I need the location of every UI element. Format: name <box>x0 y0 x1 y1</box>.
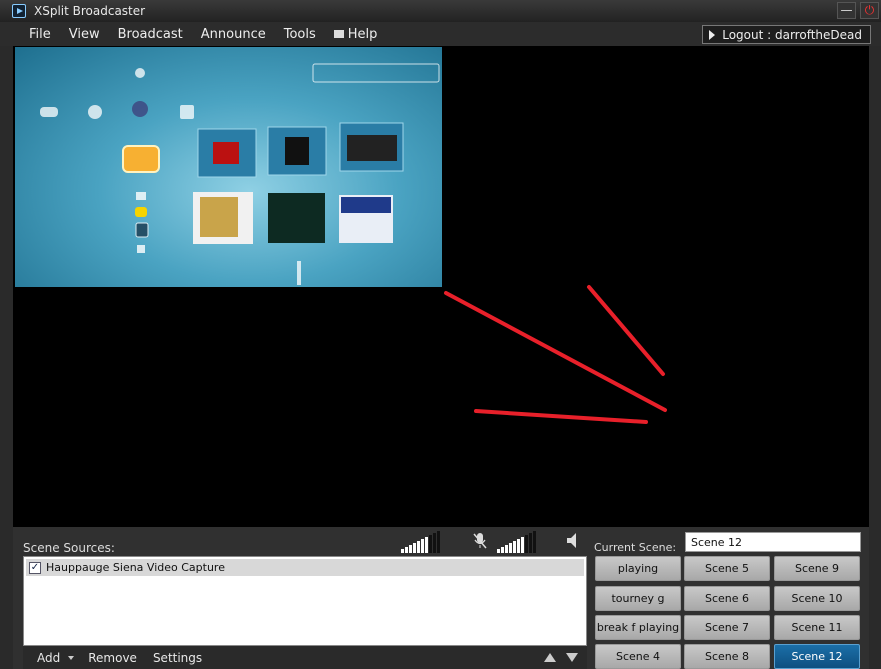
sources-toolbar: Add Remove Settings <box>23 646 587 669</box>
menu-bar: File View Broadcast Announce Tools Help … <box>0 22 881 46</box>
play-icon <box>709 29 716 40</box>
remove-source-button[interactable]: Remove <box>80 651 145 665</box>
menu-help-label: Help <box>347 26 378 42</box>
red-annotation-strokes <box>444 285 667 424</box>
scene-sources-list[interactable]: ✓ Hauppauge Siena Video Capture <box>23 556 587 646</box>
scene-button[interactable]: Scene 7 <box>684 615 770 640</box>
move-down-arrow-icon[interactable] <box>566 653 578 662</box>
scene-button[interactable]: Scene 8 <box>684 644 770 669</box>
source-settings-button[interactable]: Settings <box>145 651 210 665</box>
menu-tools[interactable]: Tools <box>275 27 325 42</box>
scene-button[interactable]: Scene 9 <box>774 556 860 581</box>
scene-button-active[interactable]: Scene 12 <box>774 644 860 669</box>
scene-button[interactable]: Scene 10 <box>774 586 860 611</box>
bottom-panel: Scene Sources: ✓ Hauppauge Siena Video C… <box>13 527 869 669</box>
menu-view[interactable]: View <box>60 27 109 42</box>
audio-meter-microphone <box>401 531 441 553</box>
envelope-icon <box>333 29 344 38</box>
xsplit-logo-icon <box>12 4 26 18</box>
speaker-icon[interactable] <box>565 532 581 549</box>
scene-sources-label: Scene Sources: <box>23 541 115 555</box>
title-bar: XSplit Broadcaster — ⏻ <box>0 0 881 22</box>
broadcast-preview[interactable] <box>13 46 869 527</box>
scene-button[interactable]: tourney g <box>595 586 681 611</box>
menu-file[interactable]: File <box>20 27 60 42</box>
menu-broadcast[interactable]: Broadcast <box>109 27 192 42</box>
chevron-down-icon[interactable] <box>68 655 75 660</box>
scene-button[interactable]: Scene 6 <box>684 586 770 611</box>
scene-button[interactable]: Scene 11 <box>774 615 860 640</box>
close-button[interactable]: ⏻ <box>860 2 879 19</box>
current-scene-label: Current Scene: <box>594 541 677 554</box>
source-name: Hauppauge Siena Video Capture <box>46 561 225 574</box>
minimize-button[interactable]: — <box>837 2 856 19</box>
current-scene-field[interactable] <box>685 532 861 552</box>
add-source-button[interactable]: Add <box>29 651 68 665</box>
audio-meter-speaker <box>497 531 537 553</box>
move-up-arrow-icon[interactable] <box>544 653 556 662</box>
menu-help[interactable]: Help <box>325 27 387 42</box>
menu-announce[interactable]: Announce <box>192 27 275 42</box>
scene-button[interactable]: break f playing <box>595 615 681 640</box>
logout-label: Logout : darroftheDead <box>722 27 862 42</box>
source-visible-checkbox[interactable]: ✓ <box>29 561 41 574</box>
scene-button[interactable]: Scene 5 <box>684 556 770 581</box>
scene-button[interactable]: playing <box>595 556 681 581</box>
source-row[interactable]: ✓ Hauppauge Siena Video Capture <box>26 559 584 576</box>
scene-button[interactable]: Scene 4 <box>595 644 681 669</box>
window-title: XSplit Broadcaster <box>34 4 146 18</box>
logout-button[interactable]: Logout : darroftheDead <box>702 25 871 44</box>
microphone-muted-icon[interactable] <box>472 532 488 549</box>
